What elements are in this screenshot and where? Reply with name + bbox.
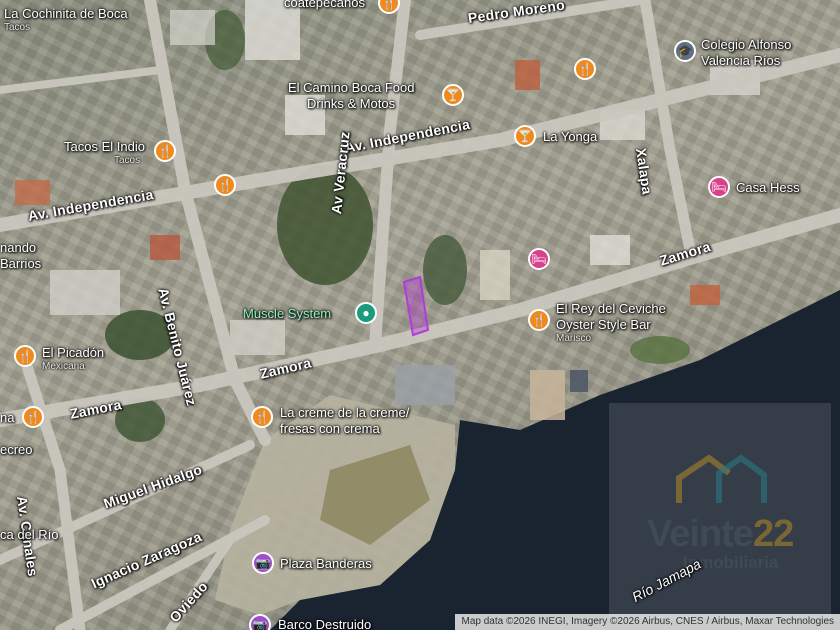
- map-attribution[interactable]: Map data ©2026 INEGI, Imagery ©2026 Airb…: [455, 614, 840, 630]
- road-west: [0, 66, 164, 94]
- roof: [15, 180, 50, 205]
- place-label-recreo[interactable]: ecreo: [0, 442, 33, 457]
- roof: [590, 235, 630, 265]
- place-label-rey-ceviche-2[interactable]: Oyster Style Bar: [556, 317, 651, 332]
- place-label-muscle-system[interactable]: Muscle System: [243, 306, 331, 321]
- fork-knife-icon[interactable]: 🍴: [214, 174, 236, 196]
- school-icon[interactable]: 🎓: [674, 40, 696, 62]
- roof: [530, 370, 565, 420]
- fork-knife-icon[interactable]: 🍴: [154, 140, 176, 162]
- tree-patch: [423, 235, 467, 305]
- roof: [50, 270, 120, 315]
- watermark-name: Veinte22: [647, 513, 794, 556]
- place-label-picadon[interactable]: El Picadón: [42, 345, 104, 360]
- place-label-plaza-banderas[interactable]: Plaza Banderas: [280, 556, 372, 571]
- roof: [570, 370, 588, 392]
- hotel-bed-icon[interactable]: 🛏: [708, 176, 730, 198]
- tree-patch: [630, 336, 690, 364]
- cocktail-icon[interactable]: 🍸: [442, 84, 464, 106]
- place-sub-rey-ceviche: Marisco: [556, 333, 592, 344]
- place-label-colegio-2[interactable]: Valencia Ríos: [701, 53, 780, 68]
- highlighted-property: [402, 275, 430, 337]
- roof: [170, 10, 215, 45]
- roof: [150, 235, 180, 260]
- fork-knife-icon[interactable]: 🍴: [574, 58, 596, 80]
- place-label-colegio-1[interactable]: Colegio Alfonso: [701, 37, 791, 52]
- roof: [480, 250, 510, 300]
- fork-knife-icon[interactable]: 🍴: [251, 406, 273, 428]
- roof: [395, 365, 455, 405]
- fork-knife-icon[interactable]: 🍴: [14, 345, 36, 367]
- place-sub-cochinita: Tacos: [4, 22, 31, 33]
- cocktail-icon[interactable]: 🍸: [514, 125, 536, 147]
- satellite-map[interactable]: Pedro Moreno Av. Independencia Av. Indep…: [0, 0, 840, 630]
- place-label-ca-del-rio[interactable]: ca del Río: [0, 527, 59, 542]
- place-label-nando-2[interactable]: Barrios: [0, 256, 41, 271]
- fork-knife-icon[interactable]: 🍴: [22, 406, 44, 428]
- place-label-cochinita[interactable]: La Cochinita de Boca: [4, 6, 128, 21]
- house-logo-icon: [676, 454, 767, 503]
- roof: [515, 60, 540, 90]
- place-label-coatepecanos[interactable]: coatepecanos: [284, 0, 365, 10]
- place-sub-tacos-indio: Tacos: [114, 155, 141, 166]
- place-label-casa-hess[interactable]: Casa Hess: [736, 180, 800, 195]
- place-label-creme-2[interactable]: fresas con crema: [280, 421, 380, 436]
- roof: [690, 285, 720, 305]
- tree-patch: [277, 165, 373, 285]
- place-label-creme-1[interactable]: La creme de la creme/: [280, 405, 409, 420]
- place-sub-picadon: Mexicana: [42, 361, 85, 372]
- road-xalapa: [639, 0, 696, 256]
- place-label-camino-2[interactable]: Drinks & Motos: [307, 96, 395, 111]
- place-label-camino-1[interactable]: El Camino Boca Food: [288, 80, 414, 95]
- place-label-la-yonga[interactable]: La Yonga: [543, 129, 597, 144]
- place-label-rey-ceviche-1[interactable]: El Rey del Ceviche: [556, 301, 666, 316]
- watermark-name-b: 22: [752, 513, 794, 555]
- hotel-bed-icon[interactable]: 🛏: [528, 248, 550, 270]
- fork-knife-icon[interactable]: 🍴: [528, 309, 550, 331]
- gym-pin-icon[interactable]: ●: [355, 302, 377, 324]
- roof: [230, 320, 285, 355]
- watermark-name-a: Veinte: [647, 513, 754, 555]
- road-veracruz: [369, 0, 411, 351]
- place-label-barco[interactable]: Barco Destruido: [278, 617, 371, 630]
- place-label-na[interactable]: na: [0, 410, 14, 425]
- camera-icon[interactable]: 📷: [249, 614, 271, 630]
- place-label-tacos-indio[interactable]: Tacos El Indio: [64, 139, 145, 154]
- camera-icon[interactable]: 📷: [252, 552, 274, 574]
- place-label-nando-1[interactable]: nando: [0, 240, 36, 255]
